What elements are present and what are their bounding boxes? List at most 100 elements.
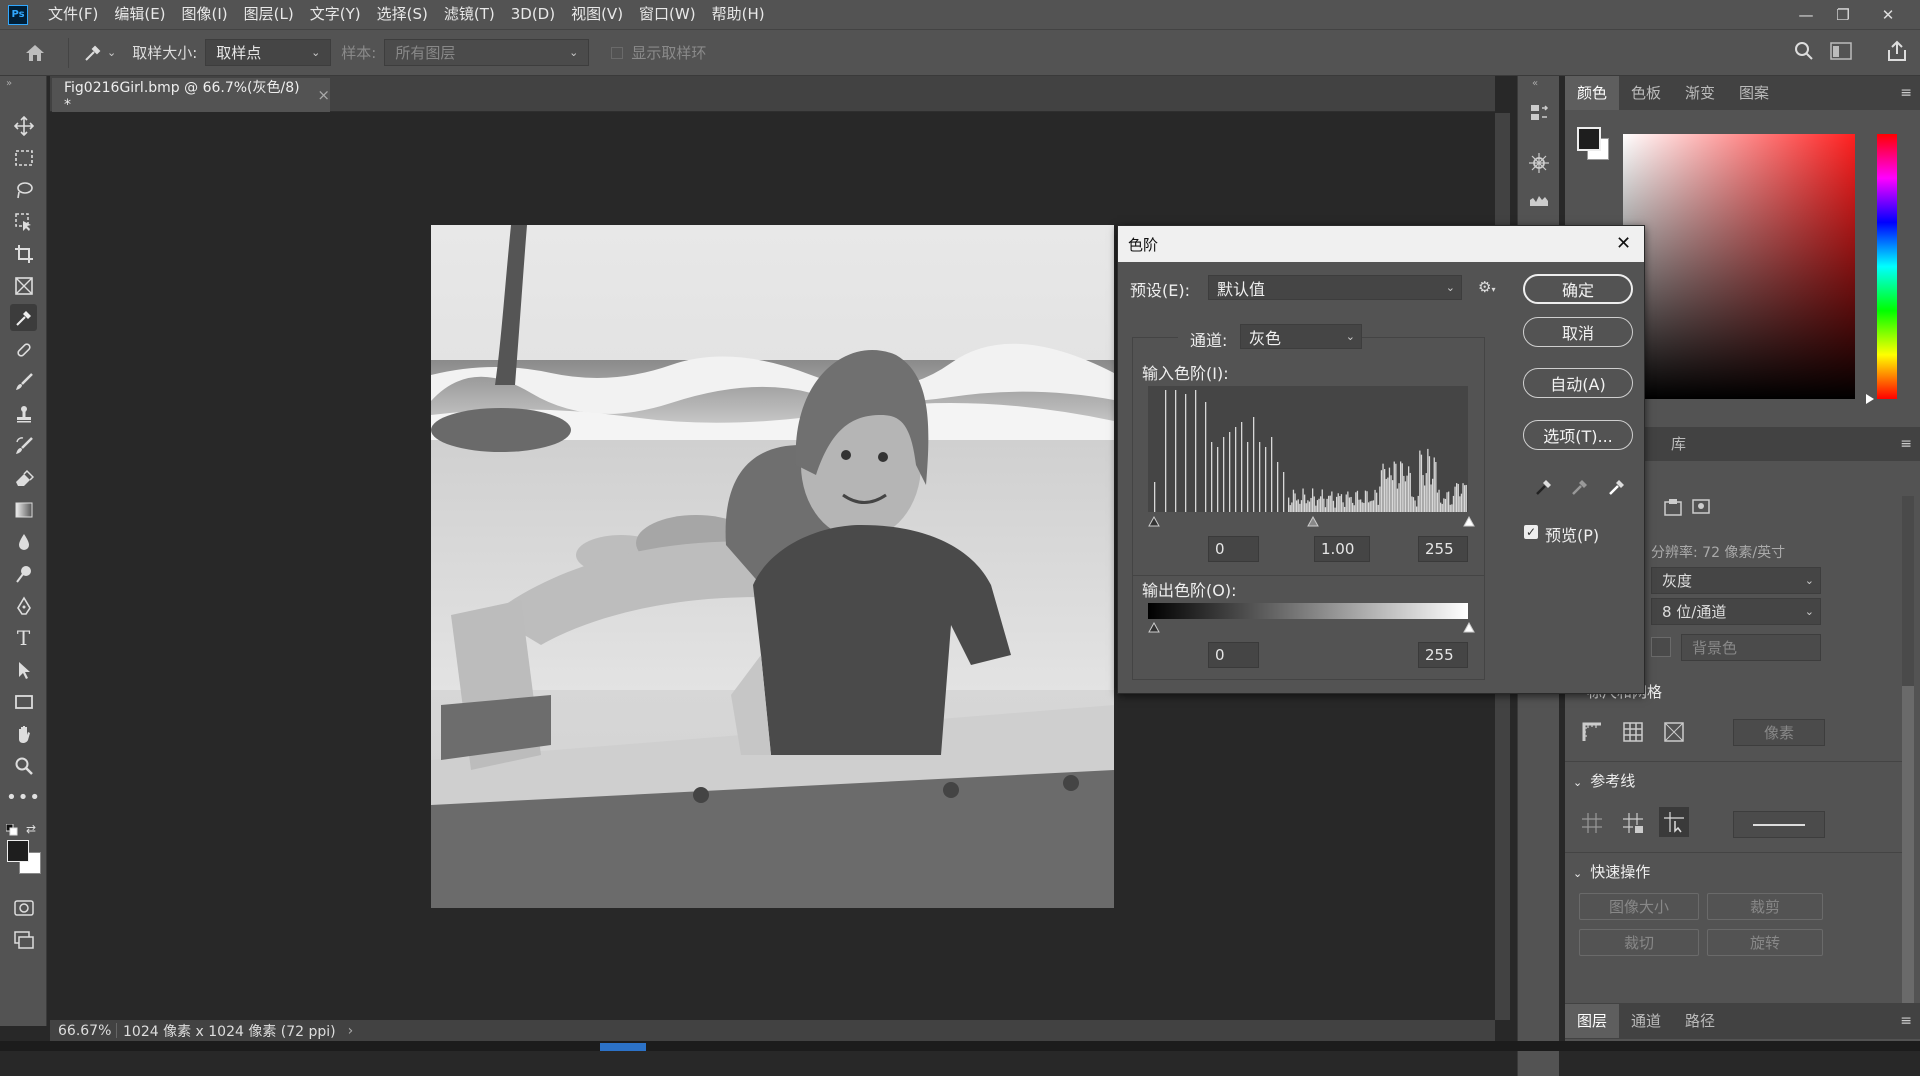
input-white-field[interactable]: 255 bbox=[1418, 536, 1468, 562]
blur-tool-icon[interactable] bbox=[10, 528, 37, 555]
foreground-color-swatch[interactable] bbox=[7, 840, 29, 862]
input-black-slider[interactable] bbox=[1148, 516, 1160, 527]
preview-checkbox[interactable]: ✓ bbox=[1524, 525, 1538, 539]
taskbar-active-app[interactable] bbox=[600, 1043, 646, 1051]
document-tab[interactable]: Fig0216Girl.bmp @ 66.7%(灰色/8) * × bbox=[52, 78, 330, 113]
search-icon[interactable] bbox=[1793, 40, 1815, 62]
menu-help[interactable]: 帮助(H) bbox=[704, 0, 773, 29]
background-contents-select[interactable]: 背景色 bbox=[1681, 634, 1821, 661]
show-ring-checkbox[interactable] bbox=[611, 46, 624, 59]
dodge-tool-icon[interactable] bbox=[10, 560, 37, 587]
clone-stamp-tool-icon[interactable] bbox=[10, 400, 37, 427]
menu-3d[interactable]: 3D(D) bbox=[503, 0, 563, 29]
menu-filter[interactable]: 滤镜(T) bbox=[436, 0, 503, 29]
image-size-icon[interactable] bbox=[1691, 496, 1711, 514]
bit-depth-select[interactable]: 8 位/通道 ⌄ bbox=[1651, 598, 1821, 625]
input-white-slider[interactable] bbox=[1463, 516, 1475, 527]
canvas-size-icon[interactable] bbox=[1663, 498, 1683, 516]
tab-color[interactable]: 颜色 bbox=[1565, 76, 1620, 110]
lasso-tool-icon[interactable] bbox=[10, 176, 37, 203]
panel-menu-icon[interactable]: ≡ bbox=[1900, 436, 1912, 452]
menu-image[interactable]: 图像(I) bbox=[174, 0, 236, 29]
swap-colors-icon[interactable]: ⇄ bbox=[26, 822, 36, 836]
black-point-eyedropper-icon[interactable] bbox=[1534, 477, 1554, 497]
marquee-tool-icon[interactable] bbox=[10, 144, 37, 171]
collapse-panels-icon[interactable]: « bbox=[1532, 78, 1538, 89]
smart-guides-icon[interactable] bbox=[1659, 807, 1689, 837]
screen-mode-icon[interactable] bbox=[10, 926, 37, 953]
hue-slider-handle[interactable] bbox=[1866, 394, 1874, 404]
collapse-toolbar-icon[interactable]: » bbox=[6, 78, 12, 89]
menu-type[interactable]: 文字(Y) bbox=[302, 0, 369, 29]
input-black-field[interactable]: 0 bbox=[1208, 536, 1259, 562]
background-fill-swatch[interactable] bbox=[1651, 637, 1671, 657]
menu-view[interactable]: 视图(V) bbox=[563, 0, 631, 29]
histogram-panel-icon[interactable] bbox=[1528, 188, 1550, 210]
menu-layer[interactable]: 图层(L) bbox=[236, 0, 302, 29]
image-size-button[interactable]: 图像大小 bbox=[1579, 893, 1699, 920]
cancel-button[interactable]: 取消 bbox=[1523, 317, 1633, 347]
crop-tool-icon[interactable] bbox=[10, 240, 37, 267]
status-expand-icon[interactable]: › bbox=[348, 1023, 354, 1039]
eraser-tool-icon[interactable] bbox=[10, 464, 37, 491]
restore-button[interactable]: ❐ bbox=[1823, 0, 1863, 29]
frame-tool-icon[interactable] bbox=[10, 272, 37, 299]
rotate-button[interactable]: 旋转 bbox=[1707, 929, 1823, 956]
healing-brush-tool-icon[interactable] bbox=[10, 336, 37, 363]
ruler-icon[interactable] bbox=[1581, 721, 1603, 743]
quick-actions-header[interactable]: ⌄ 快速操作 bbox=[1573, 861, 1650, 882]
type-tool-icon[interactable]: T bbox=[10, 624, 37, 651]
document-image[interactable] bbox=[431, 225, 1114, 908]
pen-tool-icon[interactable] bbox=[10, 592, 37, 619]
crop-button[interactable]: 裁剪 bbox=[1707, 893, 1823, 920]
rectangle-tool-icon[interactable] bbox=[10, 688, 37, 715]
sample-size-select[interactable]: 取样点 ⌄ bbox=[205, 39, 332, 66]
channel-select[interactable]: 灰色 ⌄ bbox=[1240, 324, 1362, 349]
gradient-tool-icon[interactable] bbox=[10, 496, 37, 523]
hand-tool-icon[interactable] bbox=[10, 720, 37, 747]
tab-gradients[interactable]: 渐变 bbox=[1673, 76, 1727, 110]
menu-edit[interactable]: 编辑(E) bbox=[106, 0, 173, 29]
tab-layers[interactable]: 图层 bbox=[1565, 1004, 1620, 1038]
input-gamma-field[interactable]: 1.00 bbox=[1314, 536, 1370, 562]
dialog-title-bar[interactable]: 色阶 ✕ bbox=[1118, 226, 1644, 262]
panel-menu-icon[interactable]: ≡ bbox=[1900, 76, 1912, 110]
menu-file[interactable]: 文件(F) bbox=[40, 0, 106, 29]
tab-channels[interactable]: 通道 bbox=[1619, 1004, 1673, 1038]
guides-header[interactable]: ⌄ 参考线 bbox=[1573, 770, 1635, 791]
panel-menu-icon[interactable]: ≡ bbox=[1900, 1013, 1912, 1029]
zoom-tool-icon[interactable] bbox=[10, 752, 37, 779]
home-icon[interactable] bbox=[20, 38, 50, 68]
history-brush-tool-icon[interactable] bbox=[10, 432, 37, 459]
color-mode-select[interactable]: 灰度 ⌄ bbox=[1651, 567, 1821, 594]
trim-button[interactable]: 裁切 bbox=[1579, 929, 1699, 956]
properties-scrollbar[interactable] bbox=[1902, 496, 1914, 1036]
more-tools-icon[interactable]: ••• bbox=[6, 784, 40, 811]
lock-guides-icon[interactable] bbox=[1622, 812, 1644, 834]
input-gamma-slider[interactable] bbox=[1307, 516, 1319, 527]
move-tool-icon[interactable] bbox=[10, 112, 37, 139]
guide-icon[interactable] bbox=[1581, 812, 1603, 834]
menu-select[interactable]: 选择(S) bbox=[369, 0, 436, 29]
close-window-button[interactable]: ✕ bbox=[1868, 0, 1908, 29]
options-button[interactable]: 选项(T)... bbox=[1523, 420, 1633, 450]
brush-tool-icon[interactable] bbox=[10, 368, 37, 395]
sample-select[interactable]: 所有图层 ⌄ bbox=[384, 39, 590, 66]
default-colors-icon[interactable] bbox=[6, 824, 18, 836]
minimize-button[interactable]: — bbox=[1786, 0, 1826, 29]
history-panel-icon[interactable] bbox=[1528, 102, 1550, 124]
auto-button[interactable]: 自动(A) bbox=[1523, 368, 1633, 398]
share-icon[interactable] bbox=[1886, 40, 1908, 62]
output-black-field[interactable]: 0 bbox=[1208, 642, 1259, 668]
quick-mask-icon[interactable] bbox=[10, 894, 37, 921]
tab-libraries[interactable]: 库 bbox=[1659, 427, 1698, 461]
adjustments-panel-icon[interactable] bbox=[1528, 152, 1550, 174]
color-field[interactable] bbox=[1623, 134, 1855, 399]
preset-options-gear-icon[interactable]: ⚙▾ bbox=[1478, 278, 1495, 296]
path-selection-tool-icon[interactable] bbox=[10, 656, 37, 683]
workspace-icon[interactable] bbox=[1830, 42, 1852, 60]
tab-patterns[interactable]: 图案 bbox=[1727, 76, 1781, 110]
object-selection-tool-icon[interactable] bbox=[10, 208, 37, 235]
output-white-field[interactable]: 255 bbox=[1418, 642, 1468, 668]
grid-icon[interactable] bbox=[1622, 721, 1644, 743]
